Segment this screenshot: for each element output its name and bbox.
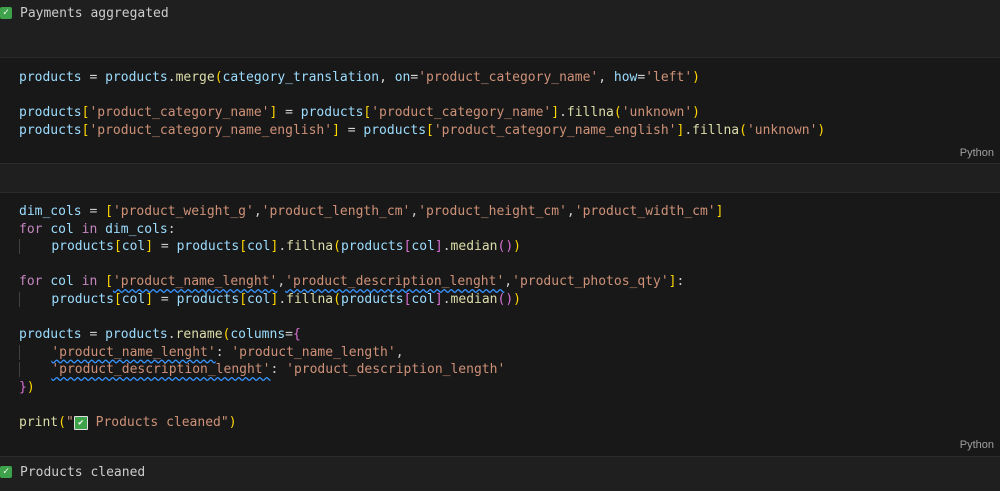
output-text: Payments aggregated [20,5,169,21]
code-line: dim_cols = ['product_weight_g','product_… [19,204,724,219]
check-emoji-icon: ✔ [73,415,88,430]
code-line: for col in dim_cols: [19,221,176,237]
code-editor-1[interactable]: products = products.merge(category_trans… [19,69,825,139]
code-editor-2[interactable]: dim_cols = ['product_weight_g','product_… [19,203,723,432]
code-line: products = products.merge(category_trans… [19,70,700,85]
output-payments: ✓ Payments aggregated [0,2,1000,24]
check-icon: ✓ [0,466,12,478]
code-line: products = products.rename(columns={ [19,327,301,343]
check-icon: ✓ [0,7,12,19]
code-line: products[col] = products[col].fillna(pro… [19,239,521,255]
code-cell-1[interactable]: products = products.merge(category_trans… [0,57,1000,164]
language-label[interactable]: Python [960,439,994,451]
code-cell-2[interactable]: dim_cols = ['product_weight_g','product_… [0,192,1000,457]
code-line: products['product_category_name_english'… [19,122,826,138]
output-text: Products cleaned [20,464,146,480]
code-line: }) [19,379,35,395]
code-line: products[col] = products[col].fillna(pro… [19,291,521,307]
code-line: products['product_category_name'] = prod… [19,105,700,121]
code-line: for col in ['product_name_lenght','produ… [19,274,685,290]
code-line: 'product_description_lenght': 'product_d… [19,362,505,378]
language-label[interactable]: Python [960,147,994,159]
code-line: print(" ✔ Products cleaned") [19,415,237,431]
output-products: ✓ Products cleaned [0,461,1000,483]
code-line: 'product_name_lenght': 'product_name_len… [19,344,404,360]
